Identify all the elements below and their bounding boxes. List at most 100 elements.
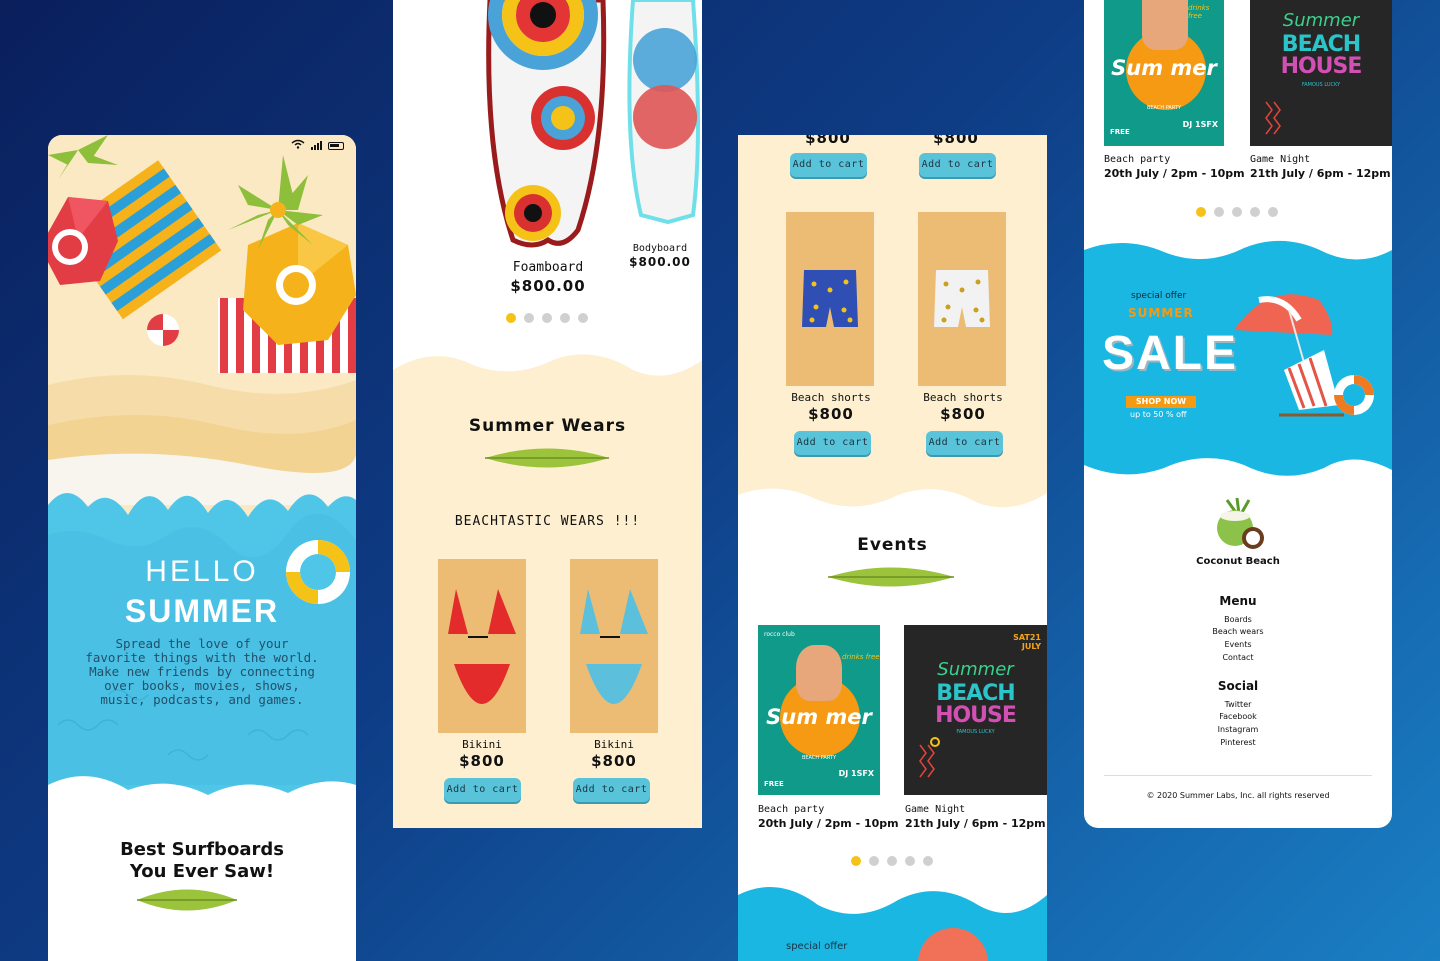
carousel-dot[interactable] (560, 313, 570, 323)
event-poster-game-night[interactable]: SAT21 JULY Summer BEACH HOUSE FAMOUS LUC… (904, 625, 1047, 795)
add-to-cart-button[interactable]: Add to cart (444, 778, 521, 802)
shop-now-button[interactable]: SHOP NOW (1126, 396, 1196, 408)
poster-free: FREE (1110, 128, 1130, 136)
menu-link-events[interactable]: Events (1084, 640, 1392, 649)
hero-tagline: Spread the love of your favorite things … (85, 636, 319, 707)
carousel-dot[interactable] (1232, 207, 1242, 217)
board-price-1: $800.00 (510, 277, 586, 295)
social-title: Social (1217, 679, 1259, 693)
social-link-twitter[interactable]: Twitter (1084, 700, 1392, 709)
event-name: Game Night (905, 804, 966, 815)
carousel-dot[interactable] (1250, 207, 1260, 217)
shorts-white-icon (934, 270, 990, 327)
carousel-dot[interactable] (1268, 207, 1278, 217)
product-price: $800 (591, 752, 637, 770)
brand-name: Coconut Beach (1196, 556, 1280, 567)
event-poster-beach-party[interactable]: drinks free Sum mer BEACH PARTY DJ 1SFX … (1104, 0, 1224, 146)
heading-line-2: You Ever Saw! (129, 861, 275, 882)
carousel-dot[interactable] (524, 313, 534, 323)
product-price: $800 (933, 135, 979, 147)
poster-line2: HOUSE (1280, 54, 1363, 79)
carousel-dot[interactable] (506, 313, 516, 323)
board-carousel-dots[interactable] (506, 313, 588, 323)
menu-link-boards[interactable]: Boards (1084, 615, 1392, 624)
events-carousel-dots[interactable] (851, 856, 933, 866)
promo-summer: SUMMER (1128, 306, 1194, 320)
promo-sale: SALE (1102, 327, 1239, 380)
beach-illustration (48, 135, 356, 961)
events-title: Events (857, 535, 928, 555)
carousel-dot[interactable] (869, 856, 879, 866)
board-price-2: $800.00 (629, 255, 691, 269)
phone-footer-screen: drinks free Sum mer BEACH PARTY DJ 1SFX … (1084, 0, 1392, 828)
carousel-dot[interactable] (542, 313, 552, 323)
event-date: 20th July / 2pm - 10pm (1104, 167, 1245, 180)
poster-script: Summer (1282, 10, 1360, 31)
add-to-cart-button[interactable]: Add to cart (790, 153, 867, 177)
poster-free: FREE (764, 780, 784, 788)
product-name: Beach shorts (923, 391, 1003, 404)
copyright: © 2020 Summer Labs, Inc. all rights rese… (1146, 791, 1330, 800)
surfboards-heading: Best Surfboards You Ever Saw! (48, 839, 356, 883)
carousel-dot[interactable] (905, 856, 915, 866)
event-poster-game-night[interactable]: Summer BEACH HOUSE FAMOUS LUCKY (1250, 0, 1392, 146)
poster-drinks: drinks free (1188, 4, 1210, 20)
poster-date: SAT21 JULY (1013, 633, 1041, 651)
poster-sub: FAMOUS LUCKY (1301, 82, 1341, 88)
product-card[interactable] (786, 212, 874, 386)
add-to-cart-button[interactable]: Add to cart (919, 153, 996, 177)
poster-title: Sum mer (766, 705, 872, 729)
wears-tagline: BEACHTASTIC WEARS !!! (454, 514, 641, 529)
poster-line2: HOUSE (935, 703, 1017, 728)
event-name: Beach party (758, 804, 825, 815)
carousel-dot[interactable] (851, 856, 861, 866)
events-carousel-dots[interactable] (1196, 207, 1278, 217)
event-name: Beach party (1104, 154, 1171, 165)
poster-sub: BEACH PARTY (801, 755, 837, 761)
palm-leaf-icon (485, 448, 609, 468)
poster-title: Sum mer (1111, 56, 1217, 80)
add-to-cart-button[interactable]: Add to cart (573, 778, 650, 802)
add-to-cart-button[interactable]: Add to cart (794, 431, 871, 455)
event-poster-beach-party[interactable]: rocco club drinks free Sum mer BEACH PAR… (758, 625, 880, 795)
social-link-instagram[interactable]: Instagram (1084, 725, 1392, 734)
palm-leaf-icon (828, 567, 954, 587)
social-link-pinterest[interactable]: Pinterest (1084, 738, 1392, 747)
product-price: $800 (808, 405, 854, 423)
poster-sub: BEACH PARTY (1146, 105, 1182, 111)
carousel-dot[interactable] (578, 313, 588, 323)
carousel-dot[interactable] (1214, 207, 1224, 217)
hero-summer: SUMMER (124, 593, 280, 629)
bikini-red-icon (448, 589, 516, 704)
status-bar (291, 139, 344, 152)
product-card[interactable] (918, 212, 1006, 386)
carousel-dot[interactable] (923, 856, 933, 866)
menu-link-beach-wears[interactable]: Beach wears (1084, 627, 1392, 636)
event-date: 20th July / 2pm - 10pm (758, 817, 899, 830)
phone-products-screen: Foamboard $800.00 Bodyboard $800.00 Summ… (393, 0, 702, 828)
product-card[interactable] (438, 559, 526, 733)
carousel-dot[interactable] (887, 856, 897, 866)
battery-icon (328, 141, 344, 150)
poster-dj: DJ 1SFX (838, 769, 874, 778)
coconut-icon (1217, 497, 1264, 549)
menu-title: Menu (1219, 594, 1257, 608)
carousel-dot[interactable] (1196, 207, 1206, 217)
menu-link-contact[interactable]: Contact (1084, 653, 1392, 662)
footer-divider (1104, 775, 1372, 776)
zigzag-icon (919, 744, 935, 778)
add-to-cart-button[interactable]: Add to cart (926, 431, 1003, 455)
signal-icon (311, 141, 322, 150)
promo-special: special offer (1131, 291, 1187, 301)
promo-off: up to 50 % off (1130, 410, 1187, 419)
shorts-blue-icon (802, 270, 858, 327)
product-card[interactable] (570, 559, 658, 733)
event-date: 21th July / 6pm - 12pm (1250, 167, 1391, 180)
event-name: Game Night (1250, 154, 1311, 165)
product-name: Beach shorts (791, 391, 871, 404)
event-date: 21th July / 6pm - 12pm (905, 817, 1046, 830)
poster-sub: FAMOUS LUCKY (956, 729, 995, 735)
product-name: Bikini (594, 738, 634, 751)
social-link-facebook[interactable]: Facebook (1084, 712, 1392, 721)
hero-hello: HELLO (145, 555, 259, 588)
